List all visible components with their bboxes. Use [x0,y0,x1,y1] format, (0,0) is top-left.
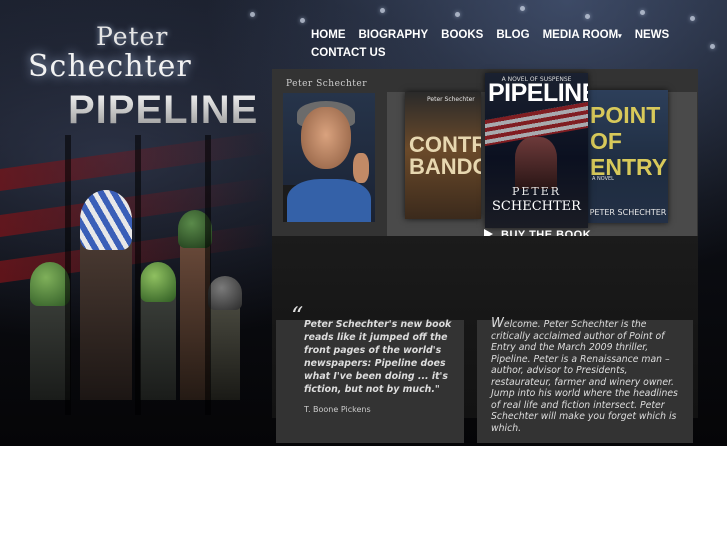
book-title: CONTRA BANDO [409,132,481,179]
book-author: PETER SCHECHTER [589,208,667,217]
photo-caption: Peter Schechter [286,79,367,89]
book-cover-point-of-entry[interactable]: POINT OF ENTRY A NOVEL PETER SCHECHTER [588,90,668,223]
welcome-body: elcome. Peter Schechter is the criticall… [491,319,678,434]
stage-light [585,14,590,19]
stage-light [250,12,255,17]
stage-light [710,44,715,49]
book-cover-contrabando[interactable]: Peter Schechter CONTRA BANDO [405,92,481,219]
nav-home[interactable]: HOME [311,27,346,43]
author-photo[interactable] [283,93,375,222]
art-divider [65,135,71,415]
nav-media-room-label: MEDIA ROOM [542,29,619,41]
book-cover-pipeline[interactable]: A NOVEL OF SUSPENSE PIPELINE PETER SCHEC… [485,73,588,228]
stage-light [690,16,695,21]
nav-media-room[interactable]: MEDIA ROOM▾ [543,27,622,45]
main-nav: HOME BIOGRAPHY BOOKS BLOG MEDIA ROOM▾ NEWS CO… [311,27,691,61]
logo-first-name[interactable]: Peter [96,22,168,51]
quote-mark: “ [291,302,304,330]
book-subtitle: A NOVEL [592,176,614,182]
nav-contact-us[interactable]: CONTACT US [311,45,386,61]
welcome-initial: W [491,316,504,331]
book-author-first: PETER [511,185,562,198]
art-divider [205,135,211,415]
welcome-text: Welcome. Peter Schechter is the critical… [491,316,687,434]
book-title: POINT OF ENTRY [590,102,668,180]
logo-last-name[interactable]: Schechter [28,49,192,84]
logo-book-title: PIPELINE [68,88,259,132]
nav-news[interactable]: NEWS [635,27,670,43]
stage-light [380,8,385,13]
chevron-down-icon: ▾ [618,33,622,40]
nav-books[interactable]: BOOKS [441,27,483,43]
hero-stage: Peter Schechter PIPELINE HOME BIOGRAPHY BO… [0,0,727,446]
quote-text: Peter Schechter's new book reads like it… [304,319,452,395]
art-divider [135,135,141,415]
stage-light [300,18,305,23]
book-author-last: SCHECHTER [492,199,581,214]
stage-light [520,6,525,11]
nav-biography[interactable]: BIOGRAPHY [359,27,429,43]
nav-blog[interactable]: BLOG [496,27,529,43]
stage-light [455,12,460,17]
book-author: Peter Schechter [427,96,475,103]
quote-author: T. Boone Pickens [304,405,371,414]
stage-light [640,10,645,15]
